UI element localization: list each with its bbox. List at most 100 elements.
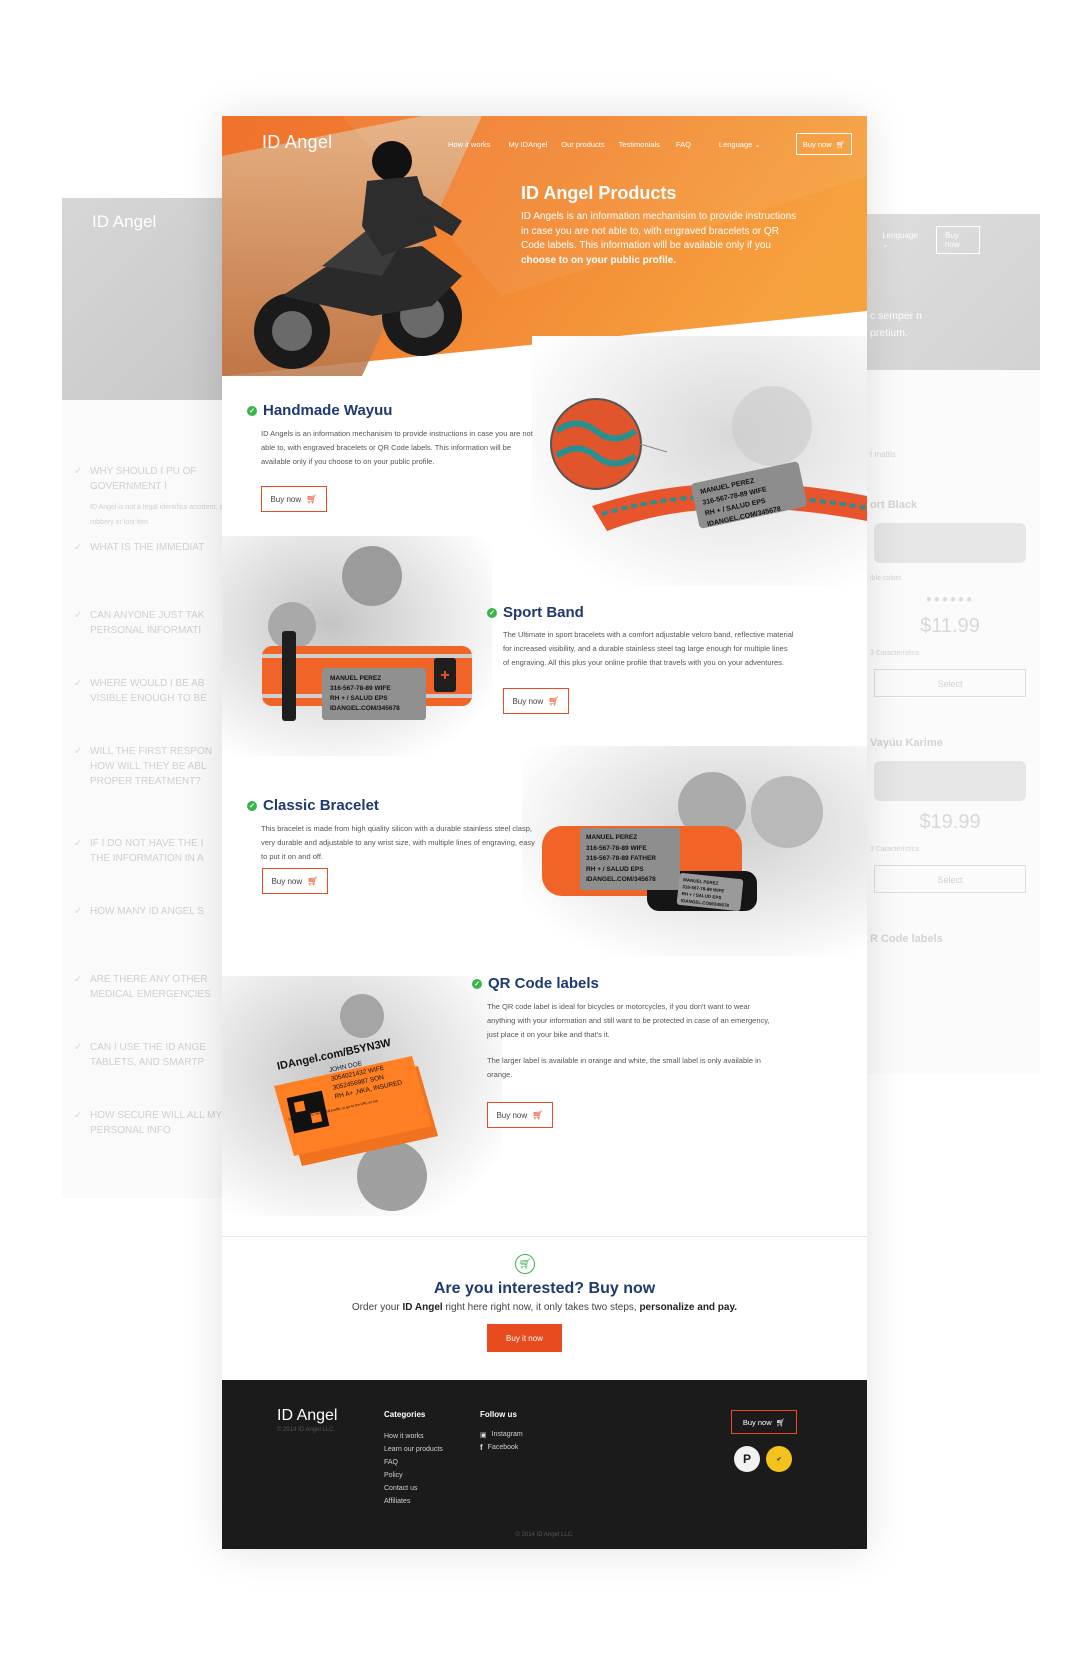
ghost-faq-item: WILL THE FIRST RESPON HOW WILL THEY BE A… [62, 744, 232, 828]
ghost-nav: Q Lenguage ⌄ Buy now [860, 226, 980, 254]
product-desc-sport-band: The Ultimate in sport bracelets with a c… [503, 630, 794, 667]
ghost-faq-list: WHY SHOULD I PU OF GOVERNMENT I ID Angel… [62, 400, 232, 1168]
ghost-select-button: Select [874, 865, 1026, 893]
footer-buy-now-button[interactable]: Buy now 🛒︎ [731, 1410, 797, 1434]
footer-link-contact[interactable]: Contact us [384, 1484, 443, 1493]
ghost-select-button: Select [874, 669, 1026, 697]
footer-facebook-link[interactable]: f Facebook [480, 1443, 523, 1452]
ghost-hero: ID Angel [62, 198, 232, 400]
nav-faq[interactable]: FAQ [676, 140, 691, 149]
product-title-qr: ✓ QR Code labels [472, 975, 599, 992]
sport-band-photo [222, 536, 492, 756]
footer-copyright: © 2014 ID Angel LLC. [515, 1532, 574, 1538]
ghost-logo: ID Angel [92, 212, 157, 231]
product-desc-qr: The QR code label is ideal for bicycles … [487, 1002, 770, 1039]
footer-link-products[interactable]: Learn our products [384, 1445, 443, 1454]
buy-label: Buy now [512, 696, 544, 706]
hero-desc-bold: choose to on your public profile. [521, 254, 677, 266]
cart-icon: 🛒︎ [548, 695, 560, 706]
footer-follow-title: Follow us [480, 1410, 517, 1419]
product-title-sport-band: ✓ Sport Band [487, 604, 584, 621]
buy-label: Buy now [496, 1110, 528, 1120]
ghost-faq-item: IF I DO NOT HAVE THE I THE INFORMATION I… [62, 836, 232, 896]
ghost-text: t mattis [870, 450, 896, 459]
language-dropdown[interactable]: Lenguage ⌄ [719, 140, 761, 149]
ghost-faq-item: HOW MANY ID ANGEL S [62, 904, 232, 964]
cart-icon: 🛒︎ [775, 1417, 786, 1427]
ghost-hero-text: c semper n pretium. [870, 310, 922, 339]
title-text: Classic Bracelet [263, 797, 379, 814]
buy-label: Buy now [742, 1417, 772, 1427]
background-page-right: Q Lenguage ⌄ Buy now c semper n pretium.… [860, 214, 1040, 1074]
cta-title: Are you interested? Buy now [433, 1280, 656, 1297]
check-icon: ✓ [247, 800, 257, 811]
ghost-faq-item: HOW SECURE WILL ALL MY PERSONAL INFO [62, 1108, 232, 1168]
logo[interactable]: ID Angel [262, 132, 332, 153]
buy-now-button-sport-band[interactable]: Buy now 🛒︎ [503, 688, 569, 714]
product-title-classic: ✓ Classic Bracelet [247, 797, 379, 814]
ghost-card-title: R Code labels [870, 933, 943, 945]
cart-icon: 🛒︎ [532, 1109, 544, 1120]
product-title-wayuu: ✓ Handmade Wayuu [247, 402, 392, 419]
cta-subtitle: Order your ID Angel right here right now… [351, 1302, 738, 1313]
ghost-product-image [874, 523, 1026, 563]
footer-link-how-it-works[interactable]: How it works [384, 1432, 443, 1441]
top-nav: ID Angel How it works My IDAngel Our pro… [222, 116, 867, 176]
hero-desc-text: ID Angels is an information mechanisim t… [521, 211, 797, 251]
ghost-colors-label: ible colors [870, 575, 902, 582]
footer-instagram-link[interactable]: ▣ Instagram [480, 1430, 523, 1439]
footer-link-affiliates[interactable]: Affiliates [384, 1497, 443, 1506]
ghost-card-title: Vayúu Karime [870, 737, 943, 749]
footer-link-faq[interactable]: FAQ [384, 1458, 443, 1467]
ghost-product-image [874, 761, 1026, 801]
check-icon: ✓ [472, 978, 482, 989]
ghost-card-title: ort Black [870, 499, 918, 511]
buy-label: Buy now [271, 876, 303, 886]
nav-buy-label: Buy now [802, 139, 832, 149]
authorize-net-seal-icon: ✔ [766, 1446, 792, 1472]
nav-our-products[interactable]: Our products [561, 140, 604, 149]
nav-testimonials[interactable]: Testimonials [619, 140, 660, 149]
buy-now-button-qr[interactable]: Buy now 🛒︎ [487, 1102, 553, 1128]
paypal-badge-icon: P [734, 1446, 760, 1472]
ghost-feature: 3 Característica [870, 846, 920, 853]
nav-how-it-works[interactable]: How it works [448, 140, 491, 149]
buy-label: Buy now [270, 494, 302, 504]
cart-icon: 🛒︎ [307, 875, 319, 886]
facebook-icon: f [480, 1443, 483, 1452]
title-text: Sport Band [503, 604, 584, 621]
ghost-feature: 3 Característica [870, 650, 920, 657]
main-page: ID Angel How it works My IDAngel Our pro… [222, 116, 867, 1549]
classic-small-tag: MANUEL PEREZ 316-567-78-89 WIFE RH + / S… [676, 872, 744, 912]
product-desc-classic: This bracelet is made from high quality … [261, 824, 535, 861]
classic-bracelet-photo [522, 746, 867, 956]
wayuu-photo [532, 336, 867, 586]
product-desc-wayuu: ID Angels is an information mechanisim t… [261, 429, 533, 466]
instagram-icon: ▣ [480, 1431, 487, 1439]
cart-icon: 🛒︎ [306, 493, 318, 504]
ghost-price: $19.99 [919, 811, 981, 833]
buy-now-button-wayuu[interactable]: Buy now 🛒︎ [261, 486, 327, 512]
ghost-price: $11.99 [920, 615, 980, 637]
hero-description: ID Angels is an information mechanisim t… [521, 210, 797, 268]
buy-now-button-classic[interactable]: Buy now 🛒︎ [262, 868, 328, 894]
nav-my-idangel[interactable]: My IDAngel [509, 140, 548, 149]
sport-band-engraved-tag: MANUEL PEREZ 316-567-78-89 WIFE RH + / S… [322, 668, 426, 720]
background-page-left: ID Angel WHY SHOULD I PU OF GOVERNMENT I… [62, 198, 232, 1198]
ghost-faq-item: WHY SHOULD I PU OF GOVERNMENT I ID Angel… [62, 464, 232, 526]
ghost-faq-item: CAN ANYONE JUST TAK PERSONAL INFORMATI [62, 608, 232, 668]
product-desc-qr-2: The larger label is available in orange … [487, 1056, 761, 1079]
title-text: Handmade Wayuu [263, 402, 393, 419]
buy-it-now-button[interactable]: Buy it now [487, 1324, 562, 1352]
section-divider [222, 1236, 867, 1237]
nav-buy-now-button[interactable]: Buy now 🛒︎ [796, 133, 852, 155]
footer-categories-title: Categories [384, 1410, 426, 1419]
footer-logo[interactable]: ID Angel [277, 1407, 337, 1425]
footer-categories: How it works Learn our products FAQ Poli… [384, 1432, 443, 1506]
page-title: ID Angel Products [521, 183, 677, 203]
check-icon: ✓ [487, 607, 497, 618]
ghost-faq-item: WHAT IS THE IMMEDIAT [62, 540, 232, 600]
footer-link-policy[interactable]: Policy [384, 1471, 443, 1480]
cart-circle-icon: 🛒︎ [515, 1254, 535, 1274]
ghost-faq-item: WHERE WOULD I BE AB VISIBLE ENOUGH TO BE [62, 676, 232, 736]
